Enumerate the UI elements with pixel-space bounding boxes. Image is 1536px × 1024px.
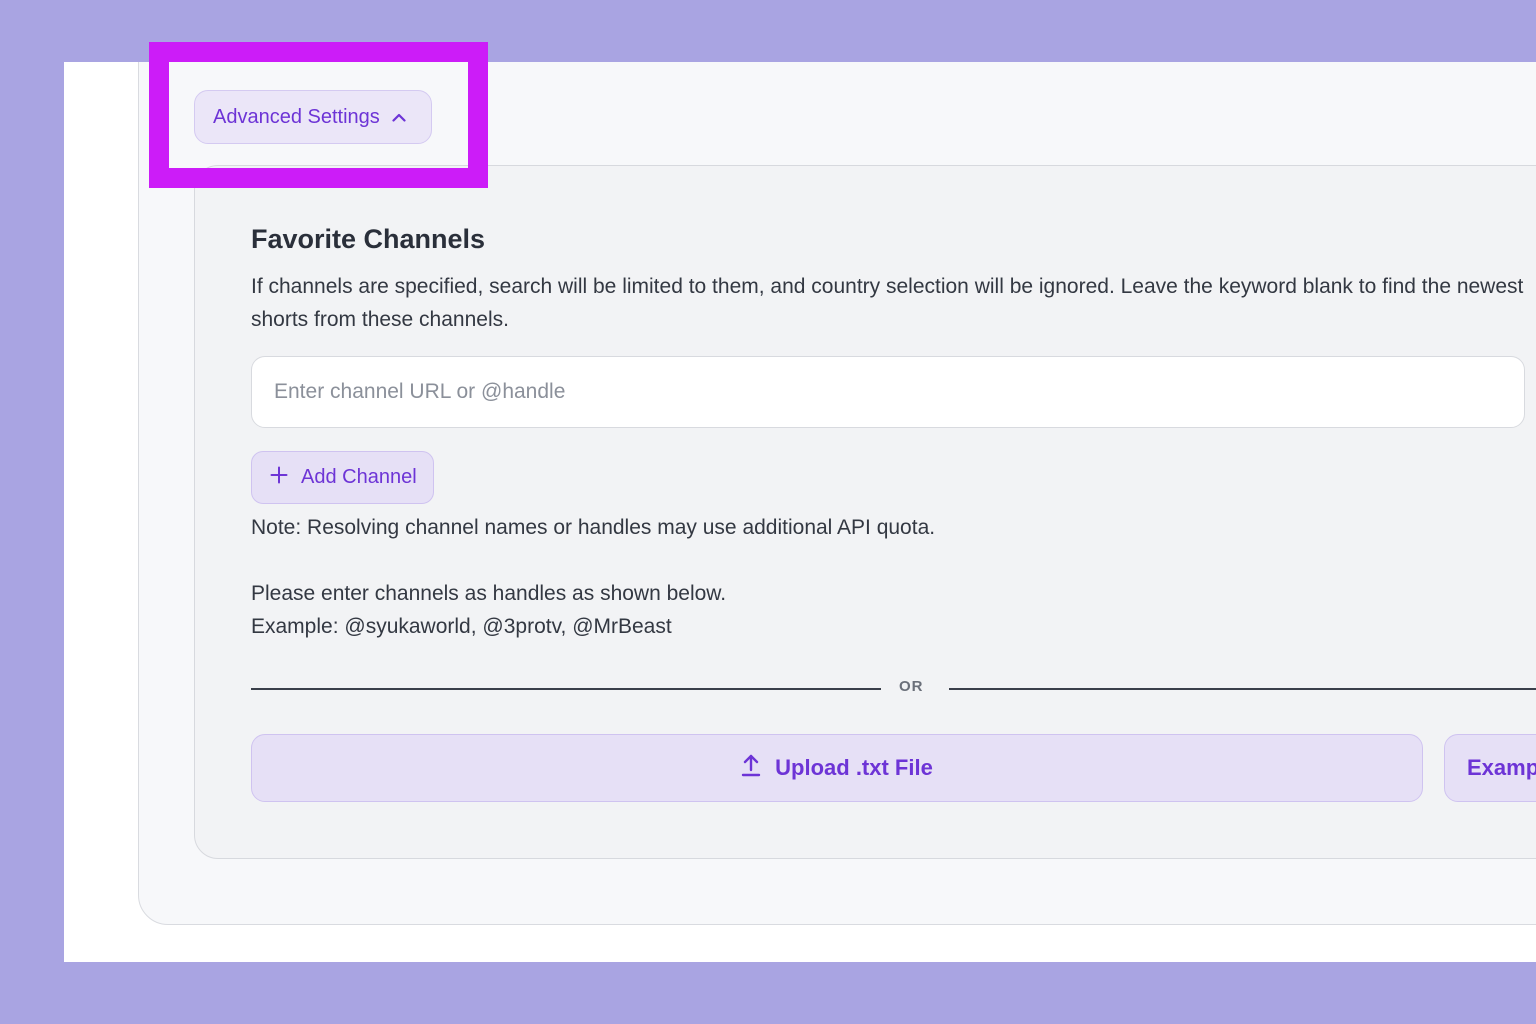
add-channel-button[interactable]: Add Channel [251, 451, 434, 504]
advanced-settings-panel: Favorite Channels If channels are specif… [194, 165, 1536, 859]
example-file-label: Examp [1467, 755, 1536, 780]
advanced-settings-label: Advanced Settings [213, 105, 380, 128]
chevron-up-icon [392, 113, 406, 122]
add-channel-label: Add Channel [301, 466, 417, 488]
favorite-channels-description: If channels are specified, search will b… [251, 275, 1524, 331]
divider-line-left [251, 688, 881, 690]
handle-example: Example: @syukaworld, @3protv, @MrBeast [251, 615, 672, 638]
upload-icon [741, 753, 761, 783]
handle-hint: Please enter channels as handles as show… [251, 582, 727, 605]
upload-txt-label: Upload .txt File [775, 755, 933, 780]
advanced-settings-toggle[interactable]: Advanced Settings [194, 90, 432, 144]
api-quota-note: Note: Resolving channel names or handles… [251, 516, 936, 539]
divider-or-label: OR [899, 678, 924, 695]
plus-icon [270, 466, 288, 490]
favorite-channels-title: Favorite Channels [251, 224, 486, 254]
divider-line-right [949, 688, 1536, 690]
channel-input[interactable] [251, 356, 1525, 428]
upload-txt-button[interactable]: Upload .txt File [251, 734, 1423, 802]
page-surface: Advanced Settings Favorite Channels If c… [64, 62, 1536, 962]
example-file-button[interactable]: Examp [1444, 734, 1536, 802]
